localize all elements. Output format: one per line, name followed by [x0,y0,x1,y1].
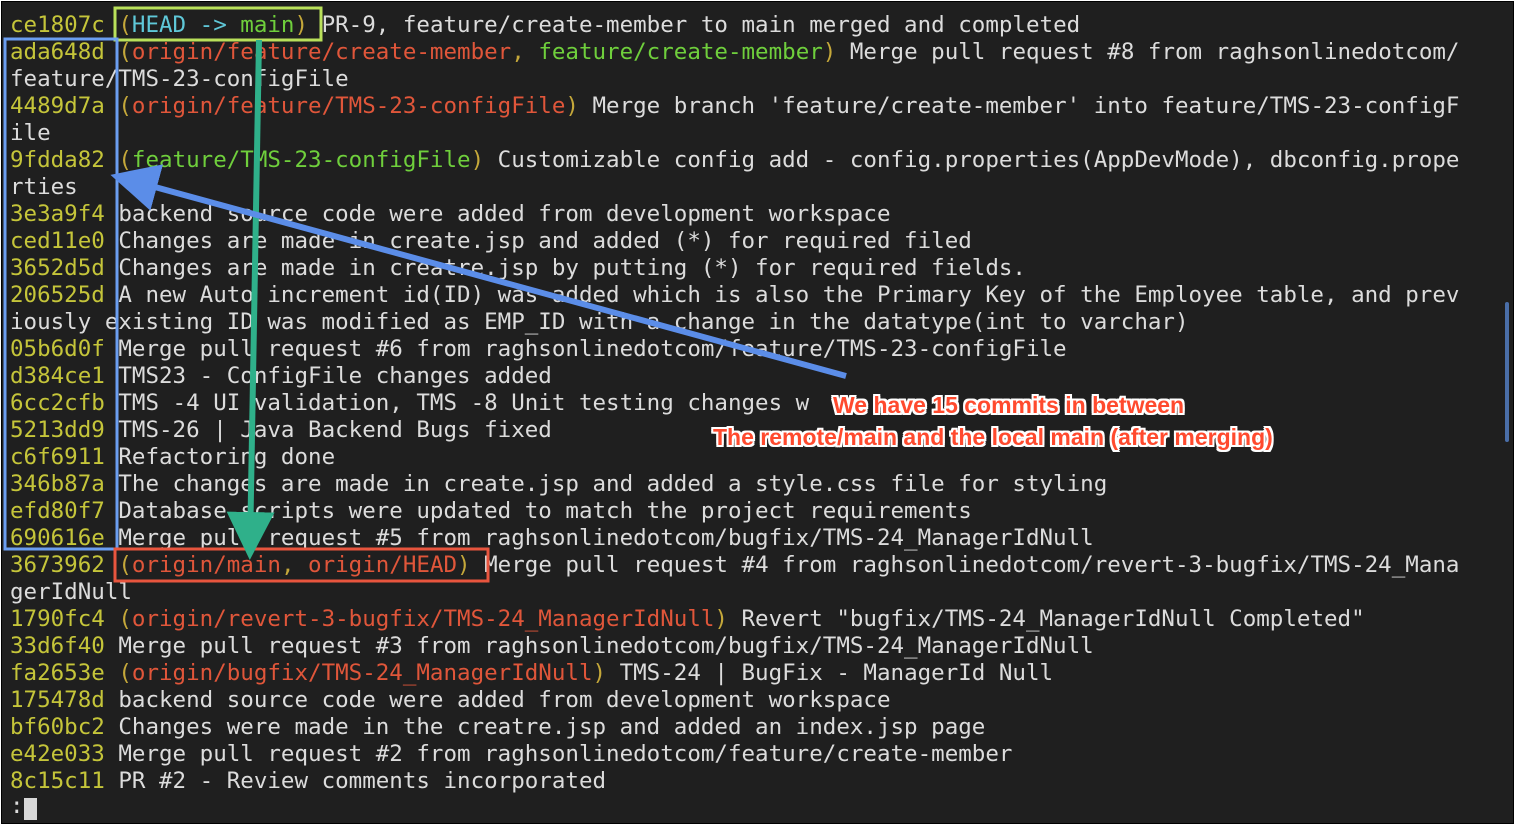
origin-main-highlight-box [113,547,490,583]
annotation-line-1: We have 15 commits in between [833,392,1185,418]
commits-between-highlight-box [3,37,119,551]
head-main-highlight-box [113,6,323,42]
blue-arrow [110,164,847,379]
annotation-overlay [3,6,847,583]
teal-arrow [226,39,275,560]
annotation-line-2: The remote/main and the local main (afte… [713,424,1273,450]
